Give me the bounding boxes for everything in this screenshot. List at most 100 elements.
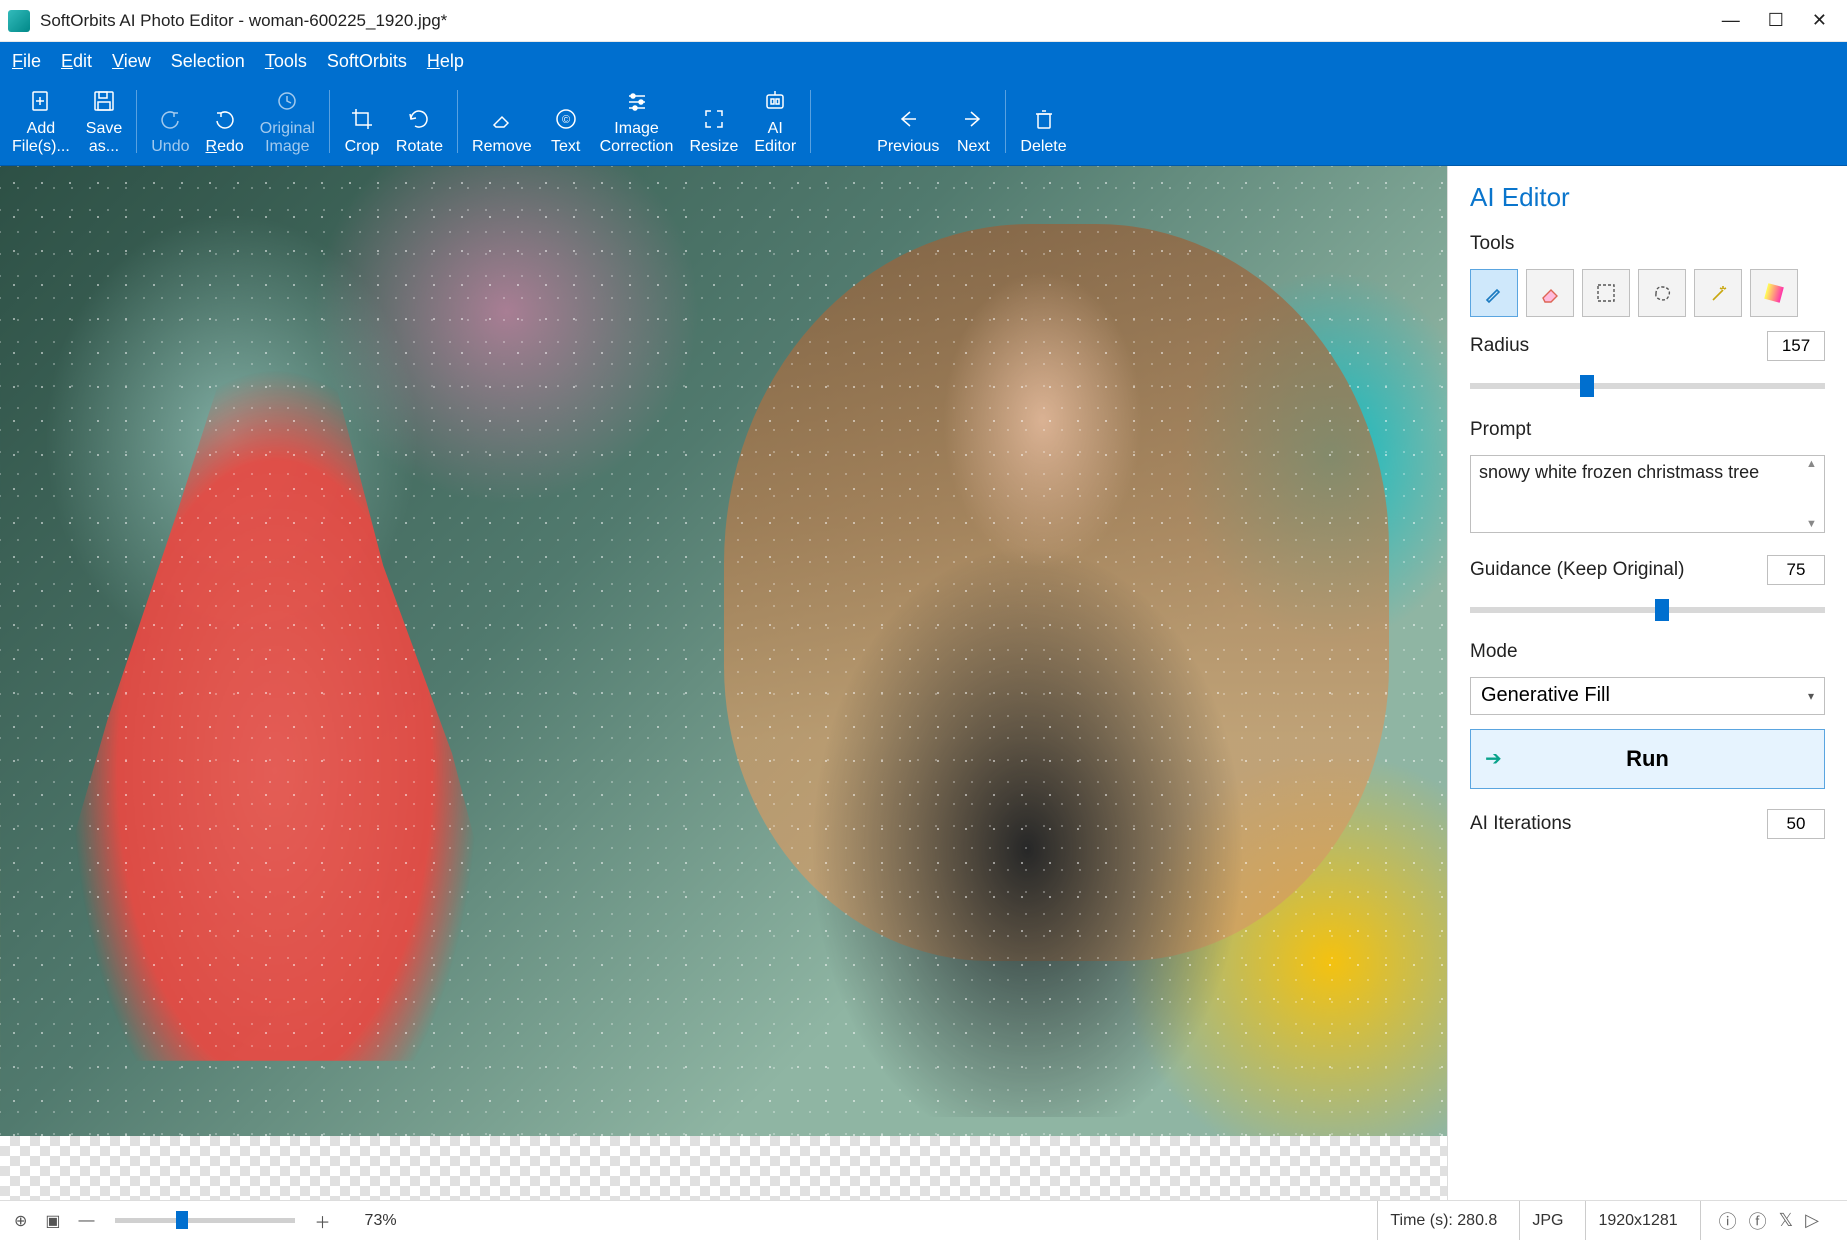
resize-icon — [702, 104, 726, 134]
youtube-icon[interactable]: ▷ — [1799, 1210, 1825, 1231]
menu-help[interactable]: Help — [427, 51, 464, 72]
zoom-out-icon[interactable]: — — [75, 1212, 99, 1230]
sliders-icon — [625, 86, 649, 116]
canvas-empty-area — [0, 1136, 1447, 1200]
add-files-label: Add File(s)... — [12, 120, 70, 157]
arrow-left-icon — [896, 104, 920, 134]
previous-button[interactable]: Previous — [871, 102, 945, 158]
magic-wand-tool[interactable] — [1694, 269, 1742, 317]
prompt-scroll[interactable]: ▲▼ — [1806, 458, 1822, 530]
guidance-slider-thumb[interactable] — [1655, 599, 1669, 621]
menu-selection[interactable]: Selection — [171, 51, 245, 72]
crop-label: Crop — [345, 138, 380, 156]
workspace: AI Editor Tools Radius 157 Prompt snowy … — [0, 166, 1847, 1200]
rectangle-select-tool[interactable] — [1582, 269, 1630, 317]
prompt-input[interactable]: snowy white frozen christmass tree ▲▼ — [1470, 455, 1825, 533]
previous-label: Previous — [877, 138, 939, 156]
separator — [810, 90, 811, 153]
guidance-label: Guidance (Keep Original) — [1470, 559, 1684, 581]
ai-editor-button[interactable]: AI Editor — [748, 84, 802, 159]
snow-overlay — [0, 166, 1447, 1136]
zoom-in-icon[interactable]: ＋ — [311, 1209, 335, 1233]
remove-button[interactable]: Remove — [466, 102, 538, 158]
resize-button[interactable]: Resize — [683, 102, 744, 158]
radius-value[interactable]: 157 — [1767, 331, 1825, 361]
fit-screen-icon[interactable]: ▣ — [41, 1211, 64, 1231]
separator — [1005, 90, 1006, 153]
statusbar: ⊕ ▣ — ＋ 73% Time (s): 280.8 JPG 1920x128… — [0, 1200, 1847, 1240]
menubar: File Edit View Selection Tools SoftOrbit… — [0, 42, 1847, 80]
chevron-down-icon: ▾ — [1808, 689, 1814, 703]
save-as-button[interactable]: Save as... — [80, 84, 128, 159]
gradient-tool[interactable] — [1750, 269, 1798, 317]
add-file-icon — [29, 86, 53, 116]
window-title: SoftOrbits AI Photo Editor - woman-60022… — [40, 11, 447, 31]
status-time: Time (s): 280.8 — [1377, 1201, 1509, 1240]
close-icon[interactable]: ✕ — [1812, 10, 1827, 31]
redo-label: Redo — [206, 138, 244, 156]
image-correction-button[interactable]: Image Correction — [594, 84, 680, 159]
mode-value: Generative Fill — [1481, 684, 1610, 707]
text-icon: © — [554, 104, 578, 134]
mode-label: Mode — [1470, 641, 1825, 663]
iterations-value[interactable]: 50 — [1767, 809, 1825, 839]
run-label: Run — [1471, 746, 1824, 772]
crop-button[interactable]: Crop — [338, 102, 386, 158]
eraser-tool[interactable] — [1526, 269, 1574, 317]
maximize-icon[interactable]: ☐ — [1768, 10, 1784, 31]
canvas-area — [0, 166, 1447, 1200]
add-files-button[interactable]: Add File(s)... — [6, 84, 76, 159]
menu-softorbits[interactable]: SoftOrbits — [327, 51, 407, 72]
radius-slider-thumb[interactable] — [1580, 375, 1594, 397]
undo-label: Undo — [151, 138, 189, 156]
rotate-label: Rotate — [396, 138, 443, 156]
run-button[interactable]: ➔ Run — [1470, 729, 1825, 789]
prompt-text: snowy white frozen christmass tree — [1479, 462, 1759, 482]
next-label: Next — [957, 138, 990, 156]
menu-view[interactable]: View — [112, 51, 151, 72]
zoom-percent: 73% — [365, 1212, 397, 1230]
guidance-value[interactable]: 75 — [1767, 555, 1825, 585]
save-as-label: Save as... — [86, 120, 122, 157]
redo-icon — [213, 104, 237, 134]
lasso-tool[interactable] — [1638, 269, 1686, 317]
menu-file[interactable]: File — [12, 51, 41, 72]
radius-label: Radius — [1470, 335, 1529, 357]
info-icon[interactable]: ⓘ — [1713, 1208, 1743, 1234]
ai-editor-panel: AI Editor Tools Radius 157 Prompt snowy … — [1447, 166, 1847, 1200]
crop-icon — [350, 104, 374, 134]
text-button[interactable]: © Text — [542, 102, 590, 158]
next-button[interactable]: Next — [949, 102, 997, 158]
status-format: JPG — [1519, 1201, 1575, 1240]
redo-button[interactable]: Redo — [200, 102, 250, 158]
status-dimensions: 1920x1281 — [1585, 1201, 1689, 1240]
save-icon — [92, 86, 116, 116]
menu-edit[interactable]: Edit — [61, 51, 92, 72]
image-canvas[interactable] — [0, 166, 1447, 1136]
mode-select[interactable]: Generative Fill ▾ — [1470, 677, 1825, 715]
image-correction-label: Image Correction — [600, 120, 674, 157]
tools-section-label: Tools — [1470, 233, 1825, 255]
brush-tool[interactable] — [1470, 269, 1518, 317]
toolbar: Add File(s)... Save as... Undo Redo Orig… — [0, 80, 1847, 166]
guidance-slider[interactable] — [1470, 607, 1825, 613]
ai-editor-label: AI Editor — [754, 120, 796, 157]
original-image-button[interactable]: Original Image — [254, 84, 321, 159]
menu-tools[interactable]: Tools — [265, 51, 307, 72]
text-label: Text — [551, 138, 580, 156]
radius-slider[interactable] — [1470, 383, 1825, 389]
zoom-actual-icon[interactable]: ⊕ — [10, 1211, 31, 1231]
facebook-icon[interactable]: ⓕ — [1743, 1208, 1773, 1234]
app-icon — [8, 10, 30, 32]
zoom-slider[interactable] — [115, 1218, 295, 1223]
delete-button[interactable]: Delete — [1014, 102, 1072, 158]
undo-button[interactable]: Undo — [145, 102, 195, 158]
window-controls: — ☐ ✕ — [1722, 10, 1839, 31]
zoom-slider-thumb[interactable] — [176, 1211, 188, 1229]
rotate-button[interactable]: Rotate — [390, 102, 449, 158]
twitter-icon[interactable]: 𝕏 — [1773, 1210, 1800, 1231]
panel-title: AI Editor — [1470, 182, 1825, 213]
run-arrow-icon: ➔ — [1485, 746, 1502, 771]
tools-row — [1470, 269, 1825, 317]
minimize-icon[interactable]: — — [1722, 10, 1740, 31]
